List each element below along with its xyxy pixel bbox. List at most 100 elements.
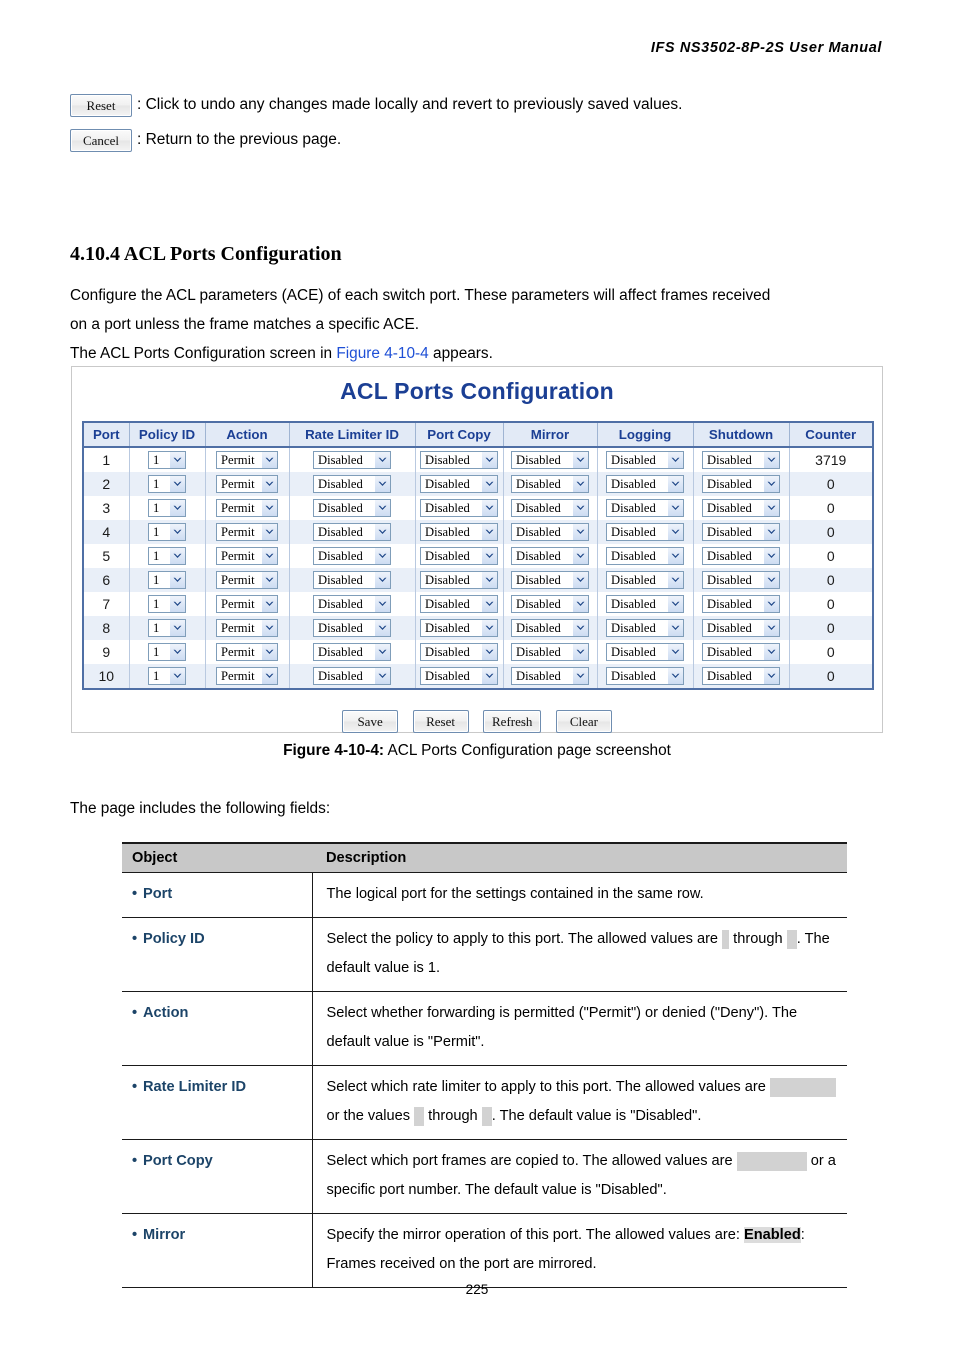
chevron-down-icon[interactable] (169, 548, 185, 564)
port-copy-select[interactable]: Disabled (420, 523, 498, 541)
logging-select[interactable]: Disabled (606, 547, 684, 565)
chevron-down-icon[interactable] (572, 548, 588, 564)
mirror-select[interactable]: Disabled (511, 643, 589, 661)
rate-limiter-id-select[interactable]: Disabled (313, 523, 391, 541)
chevron-down-icon[interactable] (374, 500, 390, 516)
shutdown-select[interactable]: Disabled (702, 595, 780, 613)
policy-id-select[interactable]: 1 (148, 451, 186, 469)
logging-select[interactable]: Disabled (606, 667, 684, 685)
action-select[interactable]: Permit (216, 595, 278, 613)
chevron-down-icon[interactable] (763, 596, 779, 612)
chevron-down-icon[interactable] (481, 572, 497, 588)
cancel-button[interactable]: Cancel (70, 129, 132, 152)
policy-id-select[interactable]: 1 (148, 475, 186, 493)
logging-select[interactable]: Disabled (606, 523, 684, 541)
logging-select[interactable]: Disabled (606, 595, 684, 613)
shutdown-select[interactable]: Disabled (702, 523, 780, 541)
rate-limiter-id-select[interactable]: Disabled (313, 451, 391, 469)
mirror-select[interactable]: Disabled (511, 619, 589, 637)
logging-select[interactable]: Disabled (606, 619, 684, 637)
chevron-down-icon[interactable] (169, 476, 185, 492)
refresh-button[interactable]: Refresh (483, 710, 542, 733)
chevron-down-icon[interactable] (374, 476, 390, 492)
chevron-down-icon[interactable] (374, 620, 390, 636)
shutdown-select[interactable]: Disabled (702, 499, 780, 517)
chevron-down-icon[interactable] (261, 644, 277, 660)
mirror-select[interactable]: Disabled (511, 523, 589, 541)
chevron-down-icon[interactable] (261, 476, 277, 492)
shutdown-select[interactable]: Disabled (702, 571, 780, 589)
policy-id-select[interactable]: 1 (148, 643, 186, 661)
chevron-down-icon[interactable] (261, 668, 277, 684)
port-copy-select[interactable]: Disabled (420, 499, 498, 517)
action-select[interactable]: Permit (216, 475, 278, 493)
chevron-down-icon[interactable] (763, 476, 779, 492)
chevron-down-icon[interactable] (481, 524, 497, 540)
rate-limiter-id-select[interactable]: Disabled (313, 571, 391, 589)
chevron-down-icon[interactable] (374, 596, 390, 612)
shutdown-select[interactable]: Disabled (702, 667, 780, 685)
chevron-down-icon[interactable] (763, 644, 779, 660)
policy-id-select[interactable]: 1 (148, 571, 186, 589)
policy-id-select[interactable]: 1 (148, 547, 186, 565)
chevron-down-icon[interactable] (572, 500, 588, 516)
mirror-select[interactable]: Disabled (511, 451, 589, 469)
chevron-down-icon[interactable] (261, 500, 277, 516)
chevron-down-icon[interactable] (667, 596, 683, 612)
reset-button-ui[interactable]: Reset (412, 710, 469, 733)
chevron-down-icon[interactable] (481, 476, 497, 492)
chevron-down-icon[interactable] (667, 476, 683, 492)
rate-limiter-id-select[interactable]: Disabled (313, 667, 391, 685)
chevron-down-icon[interactable] (763, 668, 779, 684)
chevron-down-icon[interactable] (481, 596, 497, 612)
rate-limiter-id-select[interactable]: Disabled (313, 595, 391, 613)
rate-limiter-id-select[interactable]: Disabled (313, 643, 391, 661)
policy-id-select[interactable]: 1 (148, 499, 186, 517)
rate-limiter-id-select[interactable]: Disabled (313, 619, 391, 637)
mirror-select[interactable]: Disabled (511, 547, 589, 565)
chevron-down-icon[interactable] (667, 500, 683, 516)
chevron-down-icon[interactable] (667, 668, 683, 684)
chevron-down-icon[interactable] (481, 500, 497, 516)
chevron-down-icon[interactable] (763, 500, 779, 516)
chevron-down-icon[interactable] (572, 452, 588, 468)
chevron-down-icon[interactable] (169, 596, 185, 612)
chevron-down-icon[interactable] (763, 620, 779, 636)
policy-id-select[interactable]: 1 (148, 523, 186, 541)
chevron-down-icon[interactable] (572, 620, 588, 636)
policy-id-select[interactable]: 1 (148, 667, 186, 685)
chevron-down-icon[interactable] (572, 524, 588, 540)
port-copy-select[interactable]: Disabled (420, 571, 498, 589)
chevron-down-icon[interactable] (667, 572, 683, 588)
mirror-select[interactable]: Disabled (511, 475, 589, 493)
chevron-down-icon[interactable] (667, 644, 683, 660)
port-copy-select[interactable]: Disabled (420, 643, 498, 661)
chevron-down-icon[interactable] (169, 452, 185, 468)
chevron-down-icon[interactable] (763, 524, 779, 540)
chevron-down-icon[interactable] (169, 644, 185, 660)
chevron-down-icon[interactable] (374, 524, 390, 540)
chevron-down-icon[interactable] (667, 452, 683, 468)
chevron-down-icon[interactable] (374, 572, 390, 588)
chevron-down-icon[interactable] (374, 452, 390, 468)
action-select[interactable]: Permit (216, 667, 278, 685)
chevron-down-icon[interactable] (763, 548, 779, 564)
reset-button[interactable]: Reset (70, 94, 132, 117)
chevron-down-icon[interactable] (169, 524, 185, 540)
action-select[interactable]: Permit (216, 571, 278, 589)
chevron-down-icon[interactable] (169, 572, 185, 588)
chevron-down-icon[interactable] (374, 548, 390, 564)
chevron-down-icon[interactable] (374, 644, 390, 660)
chevron-down-icon[interactable] (481, 644, 497, 660)
action-select[interactable]: Permit (216, 547, 278, 565)
save-button[interactable]: Save (342, 710, 399, 733)
logging-select[interactable]: Disabled (606, 643, 684, 661)
chevron-down-icon[interactable] (169, 500, 185, 516)
figure-cross-reference-link[interactable]: Figure 4-10-4 (336, 345, 428, 362)
chevron-down-icon[interactable] (261, 548, 277, 564)
chevron-down-icon[interactable] (667, 620, 683, 636)
logging-select[interactable]: Disabled (606, 571, 684, 589)
shutdown-select[interactable]: Disabled (702, 619, 780, 637)
logging-select[interactable]: Disabled (606, 451, 684, 469)
chevron-down-icon[interactable] (481, 620, 497, 636)
